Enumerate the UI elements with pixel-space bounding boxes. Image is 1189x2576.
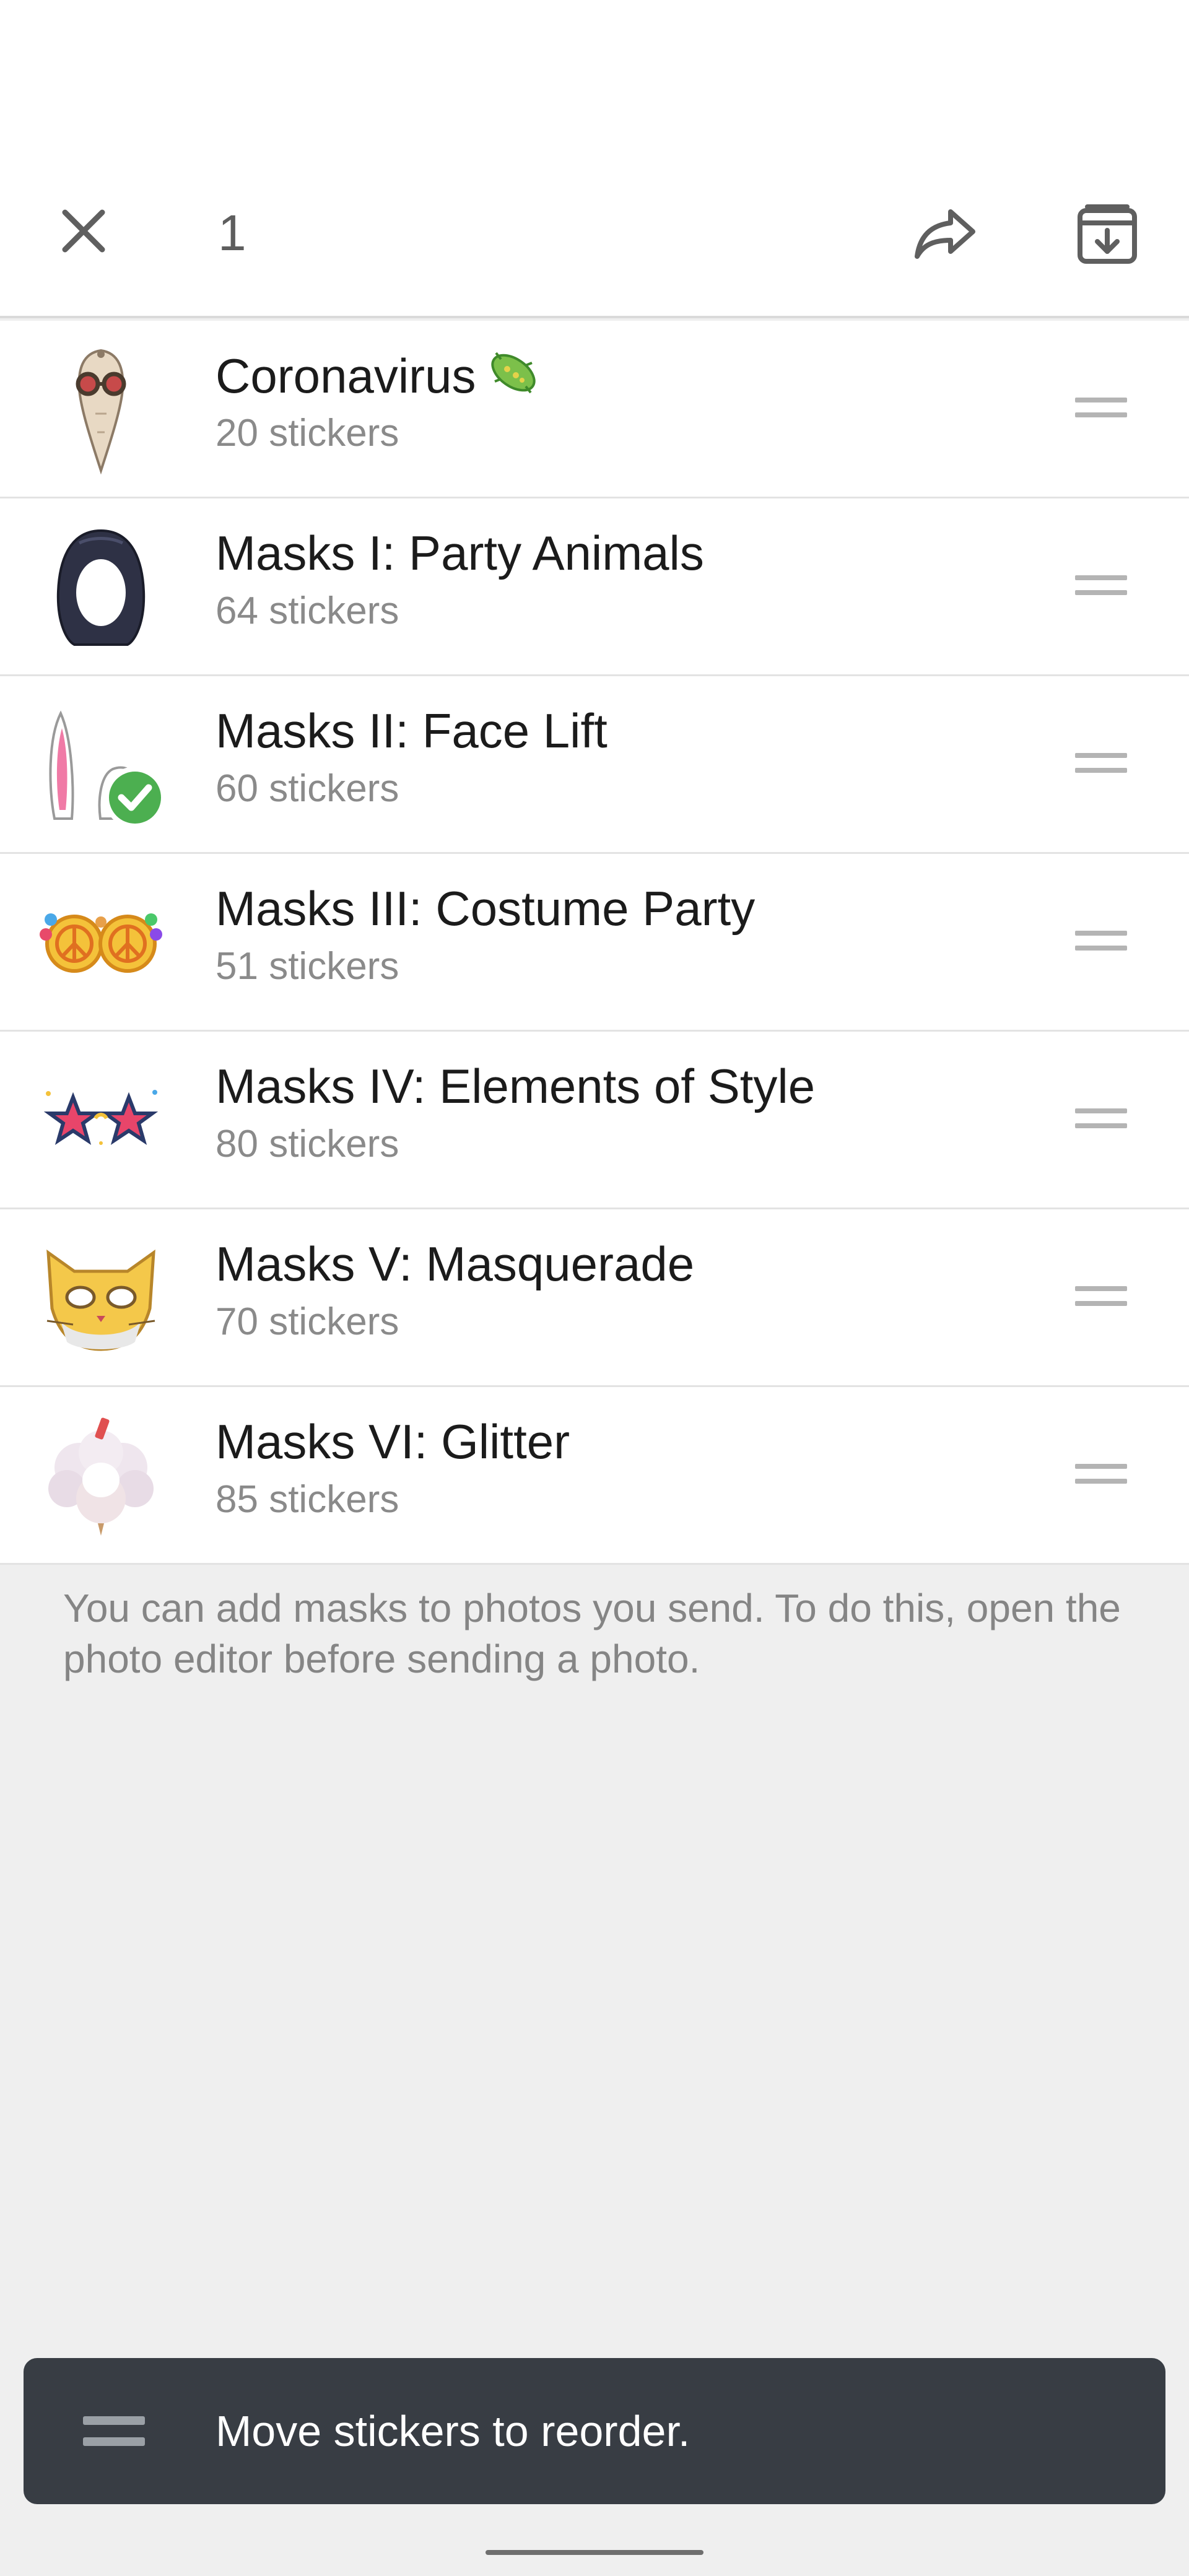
share-icon	[915, 209, 975, 259]
sticker-set-count: 64 stickers	[216, 590, 399, 632]
drag-handle-icon	[1075, 1464, 1127, 1484]
drag-handle-icon	[1075, 575, 1127, 595]
microbe-emoji-icon	[485, 344, 542, 416]
sticker-set-row[interactable]: Masks V: Masquerade 70 stickers	[0, 1209, 1189, 1387]
peace-glasses-thumbnail	[40, 913, 162, 973]
sticker-set-row[interactable]: Masks I: Party Animals 64 stickers	[0, 498, 1189, 676]
sticker-set-list: Coronavirus 20 stickers Masks I: Party A…	[0, 321, 1189, 1565]
drag-handle-icon	[1075, 398, 1127, 417]
sticker-set-title: Coronavirus	[216, 344, 542, 416]
sticker-set-count: 20 stickers	[216, 412, 399, 455]
selected-count: 1	[218, 205, 246, 261]
reorder-handle[interactable]	[1064, 560, 1138, 610]
action-bar: 1	[0, 0, 1189, 318]
bunny-ears-thumbnail	[49, 710, 166, 829]
hood-mask-thumbnail	[56, 529, 146, 646]
star-glasses-thumbnail	[43, 1090, 159, 1146]
sticker-set-title: Masks II: Face Lift	[216, 703, 608, 758]
sticker-set-count: 80 stickers	[216, 1123, 399, 1165]
sticker-set-row[interactable]: Masks IV: Elements of Style 80 stickers	[0, 1032, 1189, 1209]
reorder-handle[interactable]	[1064, 1271, 1138, 1321]
sticker-set-row[interactable]: Masks II: Face Lift 60 stickers	[0, 676, 1189, 854]
close-button[interactable]	[50, 197, 118, 265]
close-icon	[62, 209, 105, 253]
home-indicator[interactable]	[486, 2550, 703, 2555]
archive-icon	[1078, 204, 1137, 264]
sticker-set-title: Masks I: Party Animals	[216, 526, 704, 580]
cloud-mask-thumbnail	[48, 1417, 154, 1536]
masks-info-text: You can add masks to photos you send. To…	[63, 1586, 1121, 1681]
reorder-handle[interactable]	[1064, 1449, 1138, 1499]
sticker-set-count: 51 stickers	[216, 945, 399, 988]
drag-handle-icon	[1075, 931, 1127, 951]
sticker-set-count: 60 stickers	[216, 767, 399, 810]
toast-message: Move stickers to reorder.	[216, 2407, 690, 2455]
drag-handle-icon	[1075, 1286, 1127, 1306]
sticker-set-title: Masks IV: Elements of Style	[216, 1059, 816, 1113]
reorder-toast: Move stickers to reorder.	[24, 2358, 1165, 2504]
reorder-handle[interactable]	[1064, 738, 1138, 788]
share-button[interactable]	[908, 197, 982, 271]
cat-mask-thumbnail	[46, 1249, 155, 1351]
sticker-set-row[interactable]: Coronavirus 20 stickers	[0, 321, 1189, 498]
sticker-set-title: Masks III: Costume Party	[216, 881, 756, 936]
drag-handle-icon	[1075, 753, 1127, 773]
reorder-handle[interactable]	[1064, 916, 1138, 965]
reorder-handle[interactable]	[1064, 383, 1138, 432]
sticker-set-count: 70 stickers	[216, 1300, 399, 1343]
sticker-set-title: Masks V: Masquerade	[216, 1237, 695, 1291]
drag-handle-icon	[76, 2406, 152, 2456]
sticker-set-title-text: Coronavirus	[216, 349, 476, 404]
plague-doctor-mask-thumbnail	[76, 349, 126, 475]
sticker-set-title: Masks VI: Glitter	[216, 1414, 570, 1469]
archive-button[interactable]	[1070, 197, 1144, 271]
reorder-handle[interactable]	[1064, 1094, 1138, 1143]
sticker-set-row[interactable]: Masks III: Costume Party 51 stickers	[0, 854, 1189, 1032]
drag-handle-icon	[1075, 1108, 1127, 1128]
sticker-set-row[interactable]: Masks VI: Glitter 85 stickers	[0, 1387, 1189, 1565]
sticker-set-count: 85 stickers	[216, 1478, 399, 1521]
